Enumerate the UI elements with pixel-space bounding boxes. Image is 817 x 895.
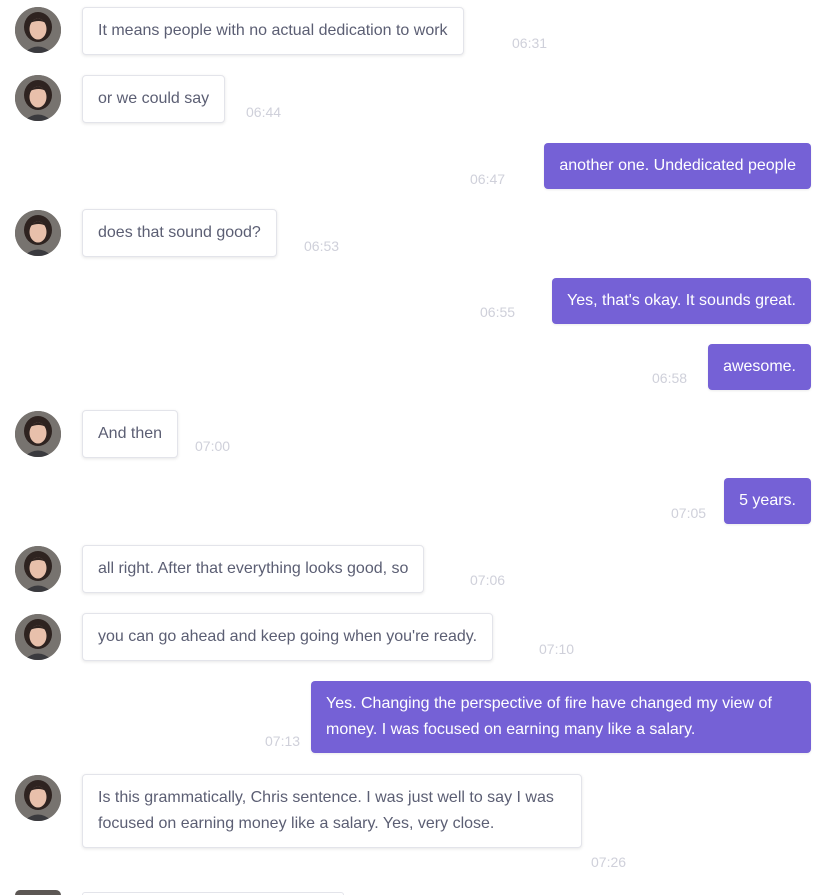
message-bubble-outgoing: awesome. [708,344,811,390]
message-bubble-incoming: all right. After that everything looks g… [82,545,425,593]
message-row-outgoing: Yes. Changing the perspective of fire ha… [0,681,817,761]
message-bubble-incoming: does that sound good? [82,209,277,257]
message-timestamp: 06:58 [652,370,688,386]
message-bubble-outgoing: another one. Undedicated people [544,143,811,189]
message-timestamp: 07:13 [265,733,301,749]
message-bubble-outgoing: 5 years. [724,478,811,524]
message-timestamp: 06:31 [512,35,548,51]
message-row-incoming: It means people with no actual dedicatio… [0,7,817,67]
chat-message-list[interactable]: It means people with no actual dedicatio… [0,0,817,895]
message-row-partial [0,890,817,895]
message-row-outgoing: another one. Undedicated people 06:47 [0,143,817,193]
message-row-incoming: And then 07:00 [0,410,817,470]
person-avatar-icon[interactable] [15,210,61,256]
message-row-outgoing: 5 years. 07:05 [0,478,817,528]
message-row-incoming: you can go ahead and keep going when you… [0,613,817,673]
message-row-incoming: all right. After that everything looks g… [0,545,817,605]
message-bubble-incoming: Is this grammatically, Chris sentence. I… [82,774,582,848]
person-avatar-icon[interactable] [15,7,61,53]
message-timestamp: 06:47 [470,171,506,187]
person-avatar-icon[interactable] [15,775,61,821]
message-timestamp: 07:26 [591,854,627,870]
person-avatar-icon[interactable] [15,546,61,592]
message-row-incoming: Is this grammatically, Chris sentence. I… [0,774,817,884]
message-bubble-outgoing: Yes. Changing the perspective of fire ha… [311,681,811,753]
message-bubble-incoming: you can go ahead and keep going when you… [82,613,494,661]
message-row-incoming: does that sound good? 06:53 [0,209,817,269]
message-timestamp: 07:10 [539,641,575,657]
message-timestamp: 07:05 [671,505,707,521]
message-row-outgoing: Yes, that's okay. It sounds great. 06:55 [0,278,817,328]
message-row-outgoing: awesome. 06:58 [0,344,817,394]
message-row-incoming: or we could say 06:44 [0,75,817,135]
person-avatar-icon[interactable] [15,75,61,121]
message-bubble-incoming: It means people with no actual dedicatio… [82,7,464,55]
message-timestamp: 06:53 [304,238,340,254]
message-bubble-outgoing: Yes, that's okay. It sounds great. [552,278,811,324]
message-timestamp: 06:44 [246,104,282,120]
person-avatar-icon[interactable] [15,411,61,457]
message-bubble-incoming: or we could say [82,75,226,123]
message-bubble-incoming: And then [82,410,179,458]
person-avatar-icon[interactable] [15,614,61,660]
message-timestamp: 06:55 [480,304,516,320]
message-timestamp: 07:00 [195,438,231,454]
person-avatar-icon[interactable] [15,890,61,895]
message-timestamp: 07:06 [470,572,506,588]
